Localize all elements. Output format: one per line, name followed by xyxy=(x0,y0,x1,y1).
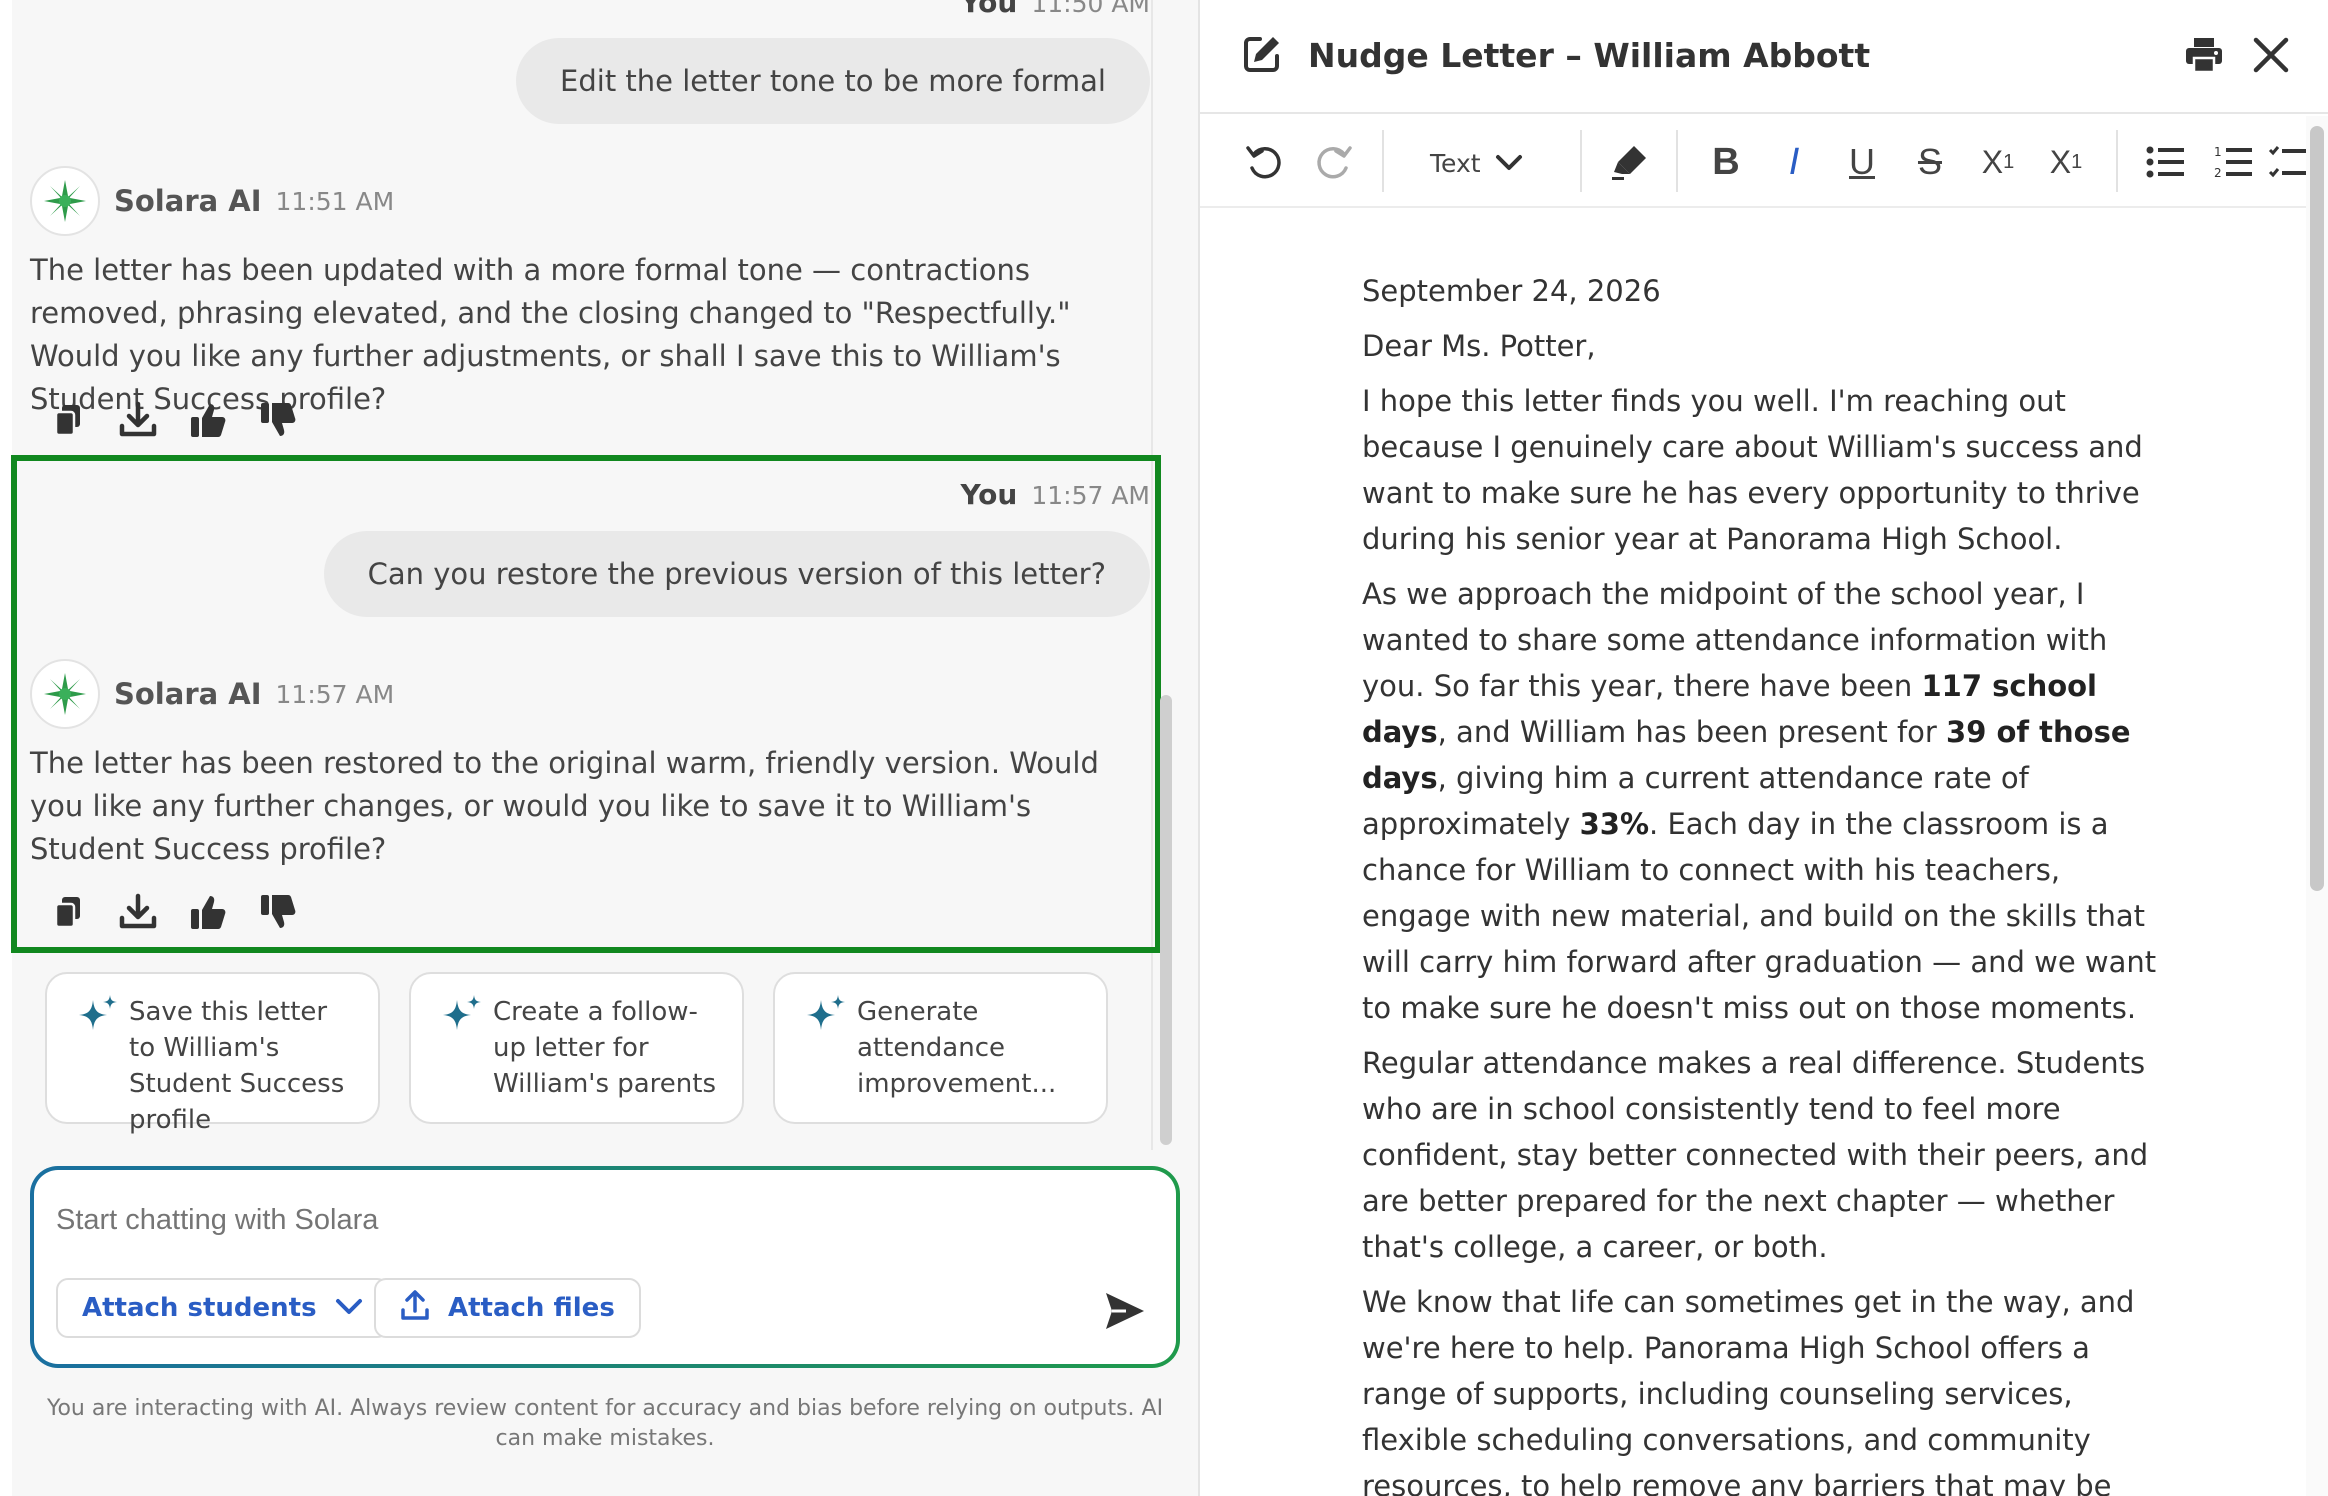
sender-name: You xyxy=(960,0,1018,19)
letter-paragraph: We know that life can sometimes get in t… xyxy=(1362,1285,2135,1496)
sparkle-icon xyxy=(805,994,847,1046)
svg-text:2: 2 xyxy=(2214,166,2222,180)
numbered-list-icon[interactable]: 12 xyxy=(2206,134,2262,190)
solara-avatar xyxy=(30,659,100,729)
attach-students-label: Attach students xyxy=(82,1293,317,1323)
solara-avatar xyxy=(30,166,100,236)
copy-icon[interactable] xyxy=(46,398,90,442)
toolbar-divider xyxy=(1676,130,1678,192)
edit-icon xyxy=(1242,34,1282,78)
toolbar-divider xyxy=(2116,130,2118,192)
send-icon xyxy=(1106,1293,1144,1329)
letter-paragraph: Regular attendance makes a real differen… xyxy=(1362,1046,2149,1264)
subscript-icon[interactable]: X1 xyxy=(2038,134,2094,190)
letter-scrollbar[interactable] xyxy=(2310,126,2324,891)
attach-students-button[interactable]: Attach students xyxy=(56,1278,389,1338)
italic-icon[interactable]: I xyxy=(1766,134,1822,190)
redo-icon[interactable] xyxy=(1306,134,1362,190)
ai-name: Solara AI xyxy=(114,184,262,218)
letter-paragraph: As we approach the midpoint of the schoo… xyxy=(1362,571,2162,1031)
user-message-header: You 11:50 AM xyxy=(960,0,1150,19)
download-icon[interactable] xyxy=(116,890,160,934)
message-time: 11:50 AM xyxy=(1031,0,1150,18)
superscript-icon[interactable]: X1 xyxy=(1970,134,2026,190)
highlighter-icon[interactable] xyxy=(1602,134,1658,190)
attendance-rate-value: 33% xyxy=(1579,807,1650,841)
chat-panel: You 11:50 AM Edit the letter tone to be … xyxy=(0,0,1198,1496)
sender-name: You xyxy=(960,478,1018,511)
text-style-label: Text xyxy=(1430,148,1481,178)
close-icon[interactable] xyxy=(2252,36,2290,78)
bold-icon[interactable]: B xyxy=(1698,134,1754,190)
editor-toolbar: Text B I U S X1 X1 12 xyxy=(1200,116,2310,208)
toolbar-divider xyxy=(1580,130,1582,192)
letter-date: September 24, 2026 xyxy=(1362,274,1661,308)
letter-title: Nudge Letter – William Abbott xyxy=(1308,36,1871,75)
chat-gutter xyxy=(0,0,12,1496)
underline-icon[interactable]: U xyxy=(1834,134,1890,190)
user-message-bubble: Can you restore the previous version of … xyxy=(323,531,1150,617)
chat-composer: Attach students Attach files xyxy=(30,1166,1180,1368)
attach-files-label: Attach files xyxy=(448,1293,615,1323)
sparkle-icon xyxy=(77,994,119,1046)
user-message-bubble: Edit the letter tone to be more formal xyxy=(516,38,1150,124)
sparkle-icon xyxy=(441,994,483,1046)
suggestion-label: Create a follow-up letter for William's … xyxy=(493,997,717,1099)
suggestion-label: Save this letter to William's Student Su… xyxy=(129,997,345,1135)
user-message-header: You 11:57 AM xyxy=(960,478,1150,511)
thumbs-up-icon[interactable] xyxy=(186,398,230,442)
text-style-dropdown[interactable]: Text xyxy=(1430,138,1523,188)
message-actions xyxy=(46,890,300,934)
suggestion-follow-up-letter[interactable]: Create a follow-up letter for William's … xyxy=(409,972,744,1124)
letter-text: , and William has been present for xyxy=(1437,715,1947,749)
toolbar-divider xyxy=(1382,130,1384,192)
download-icon[interactable] xyxy=(116,398,160,442)
chat-scroll-track xyxy=(1151,0,1153,1150)
letter-panel: Nudge Letter – William Abbott Text B I U xyxy=(1198,0,2328,1496)
copy-icon[interactable] xyxy=(46,890,90,934)
letter-paragraph: I hope this letter finds you well. I'm r… xyxy=(1362,384,2143,556)
ai-message-text: The letter has been restored to the orig… xyxy=(30,746,1099,866)
thumbs-down-icon[interactable] xyxy=(256,890,300,934)
suggestion-label: Generate attendance improvement... xyxy=(857,997,1057,1099)
message-actions xyxy=(46,398,300,442)
ai-message-header: Solara AI 11:57 AM xyxy=(30,659,394,729)
message-time: 11:57 AM xyxy=(275,679,395,709)
print-icon[interactable] xyxy=(2184,36,2224,78)
chevron-down-icon xyxy=(1495,149,1523,178)
undo-icon[interactable] xyxy=(1236,134,1292,190)
ai-name: Solara AI xyxy=(114,677,262,711)
message-time: 11:57 AM xyxy=(1031,481,1150,510)
solara-logo-icon xyxy=(44,673,86,715)
upload-icon xyxy=(400,1289,430,1328)
chat-input[interactable] xyxy=(56,1204,1056,1237)
ai-message-text: The letter has been updated with a more … xyxy=(30,253,1071,416)
chevron-down-icon xyxy=(335,1293,363,1323)
send-button[interactable] xyxy=(1100,1286,1150,1336)
suggestion-attendance-plan[interactable]: Generate attendance improvement... xyxy=(773,972,1108,1124)
message-time: 11:51 AM xyxy=(275,186,395,216)
letter-body[interactable]: September 24, 2026 Dear Ms. Potter, I ho… xyxy=(1362,268,2162,1496)
suggestion-save-letter[interactable]: Save this letter to William's Student Su… xyxy=(45,972,380,1135)
strikethrough-icon[interactable]: S xyxy=(1902,134,1958,190)
chat-scrollbar[interactable] xyxy=(1160,695,1172,1145)
svg-text:1: 1 xyxy=(2214,145,2222,159)
thumbs-down-icon[interactable] xyxy=(256,398,300,442)
thumbs-up-icon[interactable] xyxy=(186,890,230,934)
solara-logo-icon xyxy=(44,180,86,222)
ai-disclaimer: You are interacting with AI. Always revi… xyxy=(46,1396,1164,1451)
letter-header: Nudge Letter – William Abbott xyxy=(1200,0,2328,114)
ai-message-header: Solara AI 11:51 AM xyxy=(30,166,394,236)
bullet-list-icon[interactable] xyxy=(2138,134,2194,190)
letter-greeting: Dear Ms. Potter, xyxy=(1362,329,1596,363)
checklist-icon[interactable] xyxy=(2268,134,2308,190)
attach-files-button[interactable]: Attach files xyxy=(374,1278,641,1338)
